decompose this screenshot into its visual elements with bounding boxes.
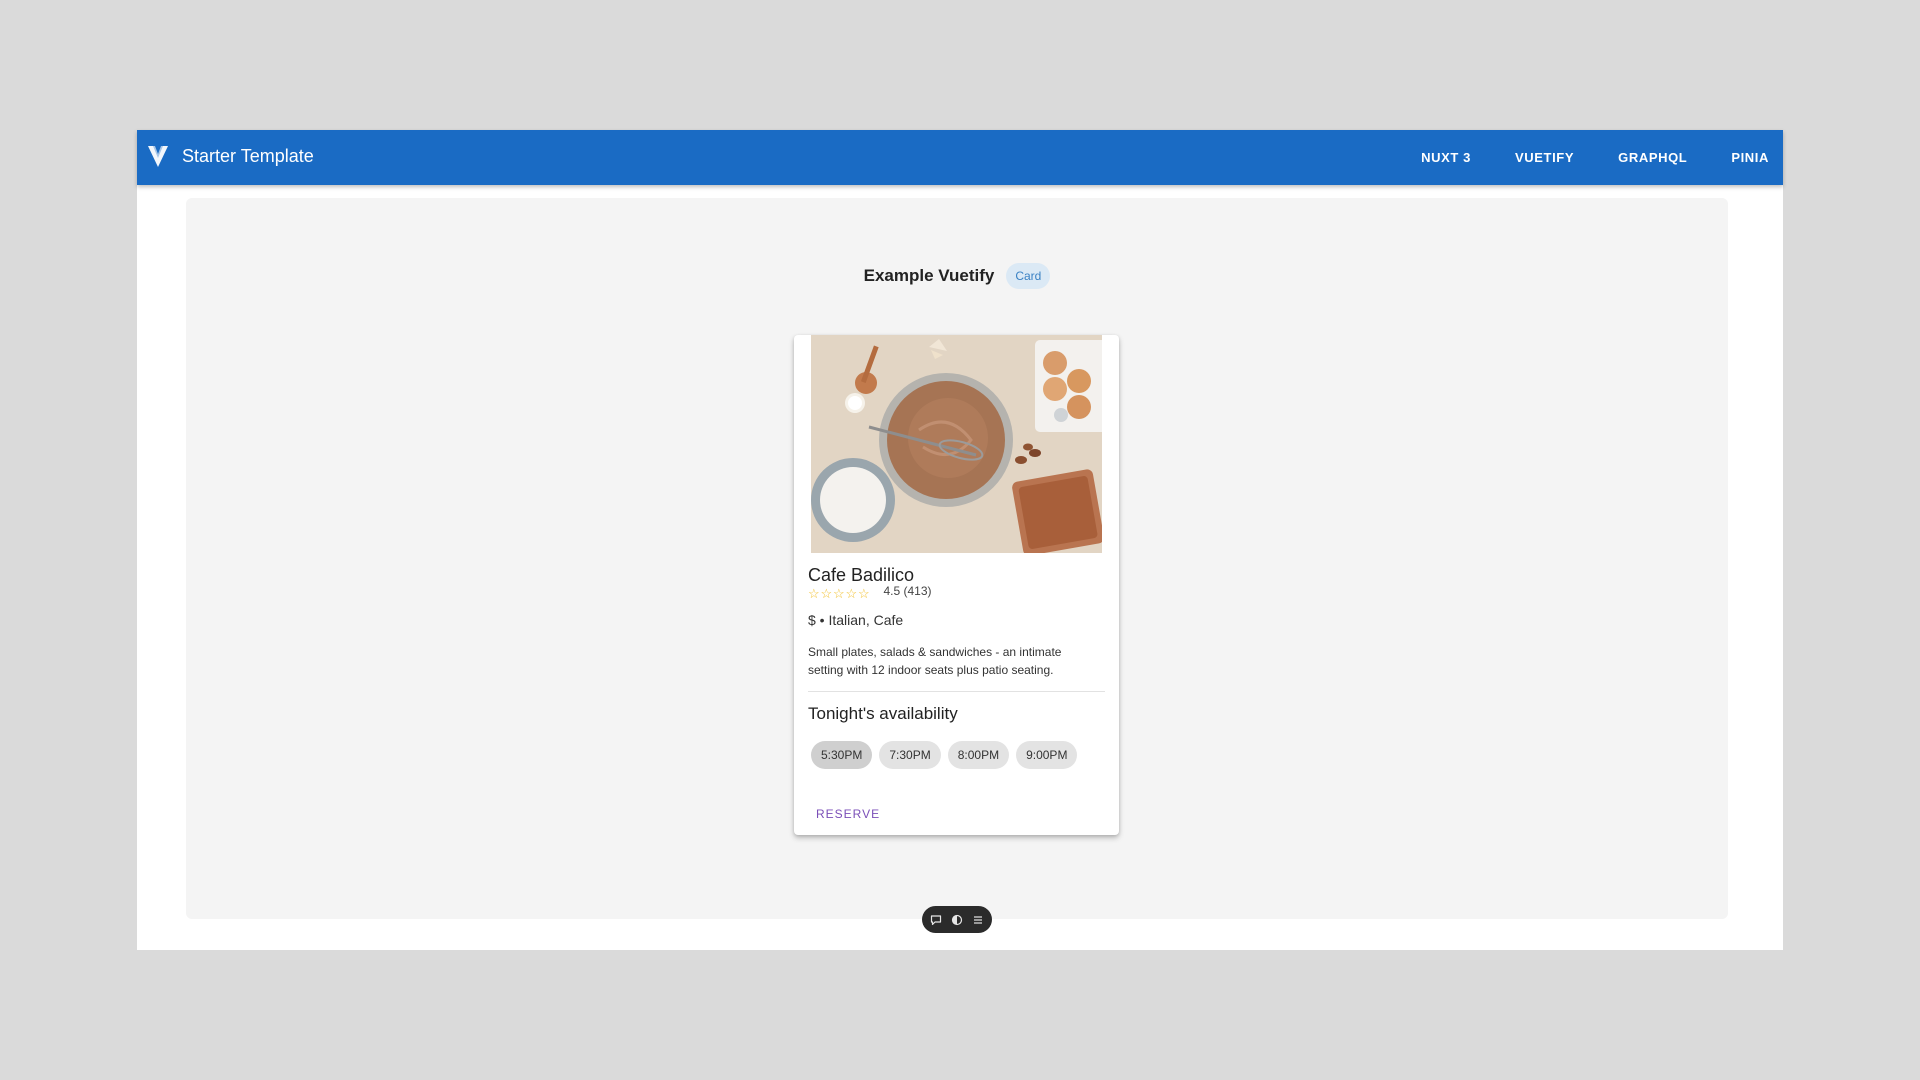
chat-icon[interactable] <box>930 913 943 926</box>
star-icon: ☆ <box>820 586 833 601</box>
top-nav: NUXT 3 VUETIFY GRAPHQL PINIA <box>1391 130 1783 185</box>
star-icon: ☆ <box>833 586 845 601</box>
app-title[interactable]: Starter Template <box>182 146 314 167</box>
baking-photo-image <box>811 335 1102 553</box>
menu-icon[interactable] <box>972 913 985 926</box>
time-chip[interactable]: 7:30PM <box>879 741 941 769</box>
page-title: Example Vuetify <box>863 266 995 285</box>
star-icon: ☆ <box>845 586 858 601</box>
nav-link-graphql[interactable]: GRAPHQL <box>1604 130 1701 185</box>
time-chip[interactable]: 5:30PM <box>811 741 873 769</box>
card-chip: Card <box>1006 263 1051 289</box>
floating-devtools-toolbar <box>922 906 992 933</box>
divider <box>808 691 1105 692</box>
card-description: Small plates, salads & sandwiches - an i… <box>808 645 1062 677</box>
time-chip[interactable]: 9:00PM <box>1016 741 1078 769</box>
nav-link-pinia[interactable]: PINIA <box>1717 130 1783 185</box>
restaurant-card: Cafe Badilico ☆ ☆ ☆ ☆ ☆ 4.5 (413) $ • It… <box>794 335 1119 835</box>
vuetify-logo-icon[interactable] <box>147 144 169 168</box>
time-chip-group: 5:30PM 7:30PM 8:00PM 9:00PM <box>811 741 1078 769</box>
card-title: Cafe Badilico <box>808 565 915 585</box>
app-window: Starter Template NUXT 3 VUETIFY GRAPHQL … <box>137 130 1783 950</box>
star-icon: ☆ <box>858 586 870 601</box>
star-icon: ☆ <box>808 586 820 601</box>
toggle-icon[interactable] <box>951 913 964 926</box>
time-chip[interactable]: 8:00PM <box>947 741 1010 769</box>
app-bar: Starter Template NUXT 3 VUETIFY GRAPHQL … <box>137 130 1783 185</box>
nav-link-nuxt3[interactable]: NUXT 3 <box>1407 130 1485 185</box>
star-rating[interactable]: ☆ ☆ ☆ ☆ ☆ <box>808 586 871 601</box>
rating-text: 4.5 (413) <box>883 584 932 598</box>
card-subtitle: $ • Italian, Cafe <box>808 612 904 628</box>
nav-link-vuetify[interactable]: VUETIFY <box>1501 130 1588 185</box>
rating-row: ☆ ☆ ☆ ☆ ☆ 4.5 (413) <box>808 584 932 601</box>
page-heading: Example Vuetify Card <box>186 263 1728 289</box>
availability-title: Tonight's availability <box>808 704 958 723</box>
main-content: Example Vuetify Card Cafe Badilico ☆ ☆ ☆… <box>186 198 1728 919</box>
reserve-button[interactable]: RESERVE <box>808 802 888 826</box>
